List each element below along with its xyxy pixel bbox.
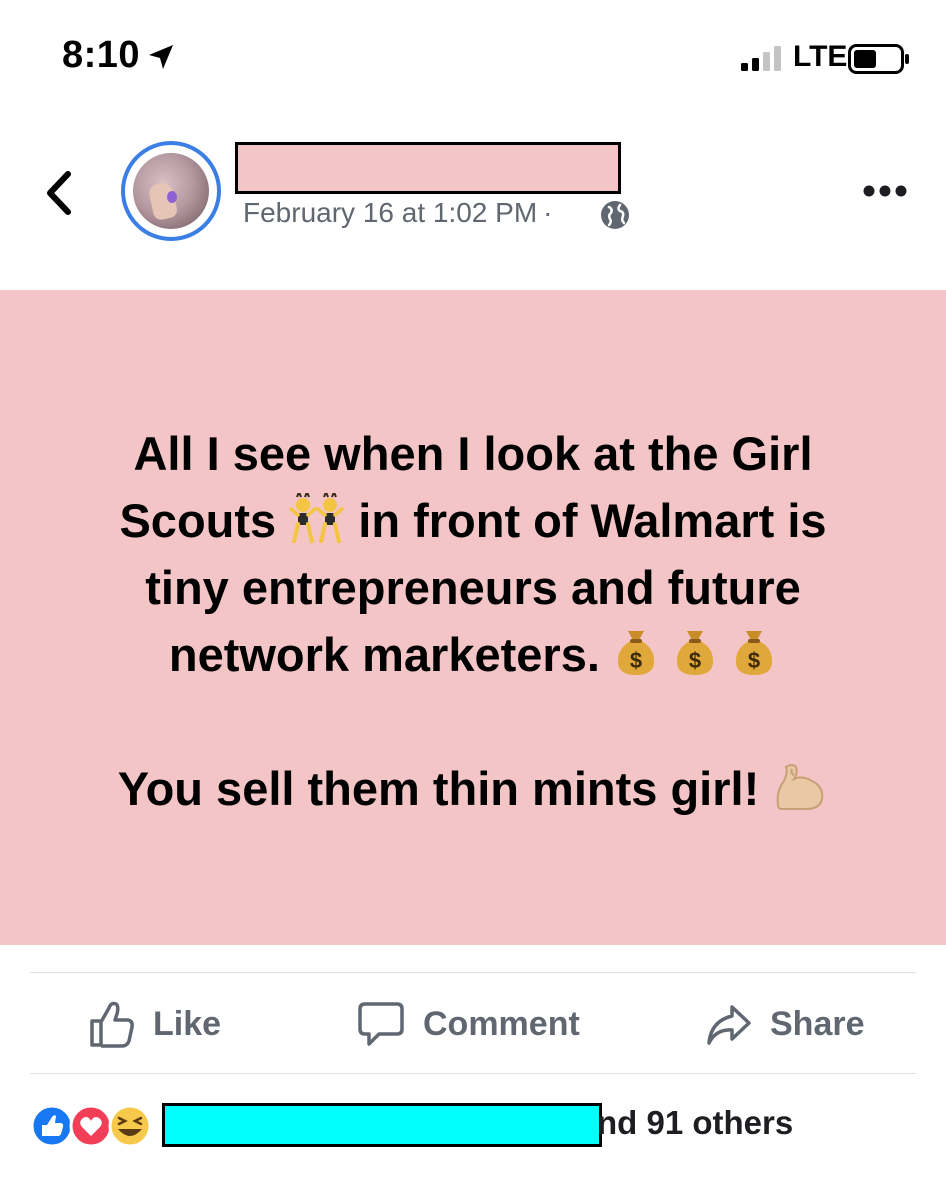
money-bag-emoji: $ — [736, 631, 773, 675]
love-reaction-icon — [69, 1104, 113, 1148]
more-options-icon[interactable] — [862, 184, 908, 198]
post-line-2-start: Scouts — [119, 494, 277, 547]
comment-label: Comment — [423, 1004, 580, 1043]
back-chevron-icon[interactable] — [40, 168, 80, 218]
money-bag-emoji: $ — [617, 631, 655, 675]
post-background-card: All I see when I look at the Girl Scouts — [0, 290, 946, 945]
dancers-emoji — [289, 493, 344, 543]
divider-bottom — [30, 1073, 916, 1074]
timestamp-text: February 16 at 1:02 PM — [243, 197, 538, 228]
share-button[interactable]: Share — [706, 996, 865, 1052]
reactor-names-redacted[interactable] — [162, 1103, 602, 1147]
avatar-image — [133, 153, 209, 229]
share-arrow-icon — [707, 1005, 751, 1045]
post-line-3: tiny entrepreneurs and future — [145, 561, 801, 614]
separator-dot: · — [543, 197, 553, 228]
like-button[interactable]: Like — [89, 996, 221, 1052]
svg-text:$: $ — [748, 648, 760, 673]
haha-reaction-icon — [108, 1104, 152, 1148]
svg-text:$: $ — [689, 648, 701, 673]
location-arrow-icon — [149, 45, 173, 69]
flexed-biceps-emoji — [776, 764, 824, 810]
divider-top — [30, 972, 916, 973]
reactions-count-text[interactable]: nd 91 others — [597, 1104, 793, 1142]
author-name-redacted[interactable] — [235, 142, 621, 194]
money-bag-emoji: $ — [676, 631, 714, 675]
post-line-5: You sell them thin mints girl! — [0, 755, 946, 822]
post-line-2-end: in front of Walmart is — [358, 494, 827, 547]
author-avatar[interactable] — [121, 141, 221, 241]
comment-button[interactable]: Comment — [357, 996, 580, 1052]
reaction-icons[interactable] — [30, 1103, 160, 1149]
post-line-5-text: You sell them thin mints girl! — [117, 762, 760, 815]
share-label: Share — [770, 1004, 865, 1043]
thumbs-up-icon — [90, 1001, 134, 1048]
globe-icon — [601, 201, 629, 229]
battery-icon — [848, 44, 909, 74]
comment-bubble-icon — [358, 1002, 404, 1046]
like-label: Like — [153, 1004, 222, 1043]
post-line-4-text: network marketers. — [168, 628, 600, 681]
post-line-1: All I see when I look at the Girl — [133, 427, 813, 480]
post-line-4: network marketers. $ $ $ — [0, 621, 946, 688]
post-timestamp[interactable]: February 16 at 1:02 PM · — [243, 197, 558, 229]
svg-text:$: $ — [630, 648, 642, 673]
post-text: All I see when I look at the Girl Scouts — [0, 420, 946, 822]
status-time: 8:10 — [62, 34, 141, 76]
like-reaction-icon — [30, 1104, 74, 1148]
post-line-2: Scouts in front of Walmart is — [0, 487, 946, 554]
signal-icon — [741, 46, 781, 71]
status-bar: 8:10 LTE — [0, 0, 946, 110]
network-type: LTE — [793, 40, 848, 73]
